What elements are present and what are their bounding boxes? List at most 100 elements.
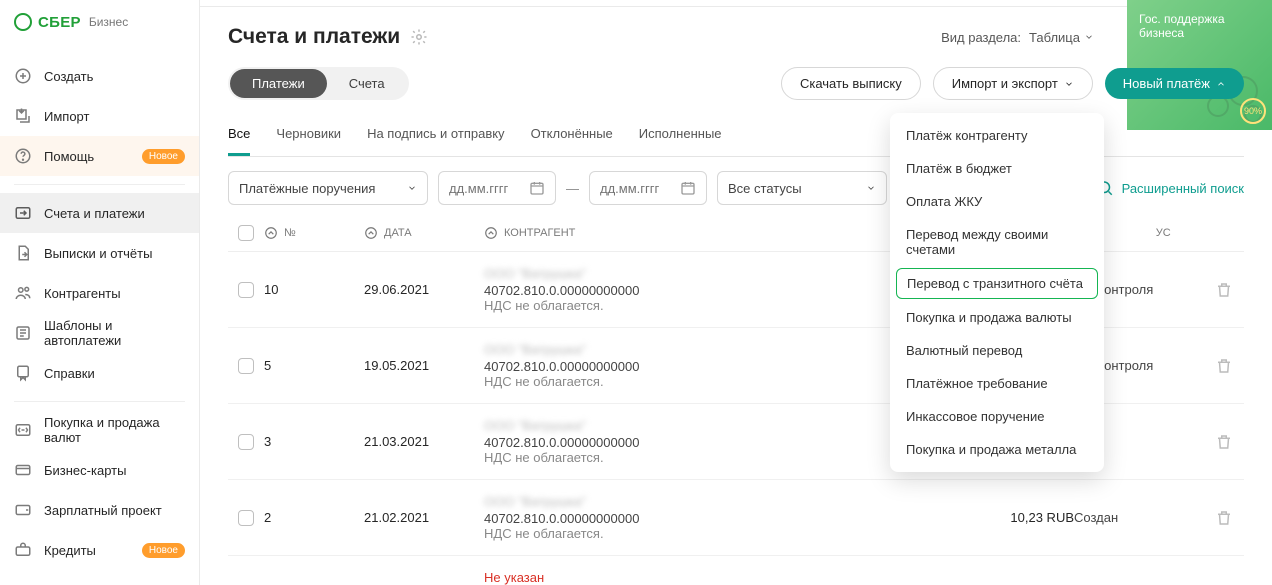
row-number: 3 — [264, 434, 364, 449]
certificate-icon — [14, 364, 32, 382]
new-badge: Новое — [142, 149, 185, 164]
tab-rejected[interactable]: Отклонённые — [531, 116, 613, 156]
sidebar-counterparties[interactable]: Контрагенты — [0, 273, 199, 313]
topbar — [200, 0, 1272, 7]
sort-icon — [484, 226, 498, 240]
tab-executed[interactable]: Исполненные — [639, 116, 722, 156]
chevron-down-icon — [407, 183, 417, 193]
sidebar-import[interactable]: Импорт — [0, 96, 199, 136]
row-status: Создан — [1074, 510, 1204, 525]
row-nds: НДС не облагается. — [484, 298, 639, 313]
table-row[interactable]: 221.02.2021ООО "Ватрушка"40702.810.0.000… — [228, 480, 1244, 556]
row-account: 40702.810.0.00000000000 — [484, 283, 639, 298]
segment-accounts[interactable]: Счета — [327, 69, 407, 98]
gear-icon[interactable] — [410, 28, 428, 46]
dropdown-item[interactable]: Покупка и продажа валюты — [890, 301, 1104, 334]
col-number[interactable]: № — [264, 226, 364, 240]
sidebar-payroll[interactable]: Зарплатный проект — [0, 490, 199, 530]
trash-icon[interactable] — [1215, 357, 1233, 375]
row-checkbox[interactable] — [238, 434, 254, 450]
col-date[interactable]: ДАТА — [364, 226, 484, 240]
advanced-search[interactable]: Расширенный поиск — [1096, 179, 1244, 197]
sidebar-help[interactable]: Помощь Новое — [0, 136, 199, 176]
row-counterparty-name: ООО "Ватрушка" — [484, 494, 639, 509]
row-amount: 10,23 RUB — [964, 510, 1074, 525]
row-counterparty-name: ООО "Ватрушка" — [484, 418, 639, 433]
row-date: 21.02.2021 — [364, 510, 484, 525]
plus-circle-icon — [14, 67, 32, 85]
segment-control: Платежи Счета — [228, 67, 409, 100]
sidebar-credits[interactable]: Кредиты Новое — [0, 530, 199, 570]
sidebar-label: Бизнес-карты — [44, 463, 126, 478]
sidebar-label: Контрагенты — [44, 286, 121, 301]
question-circle-icon — [14, 147, 32, 165]
sidebar-label: Помощь — [44, 149, 94, 164]
date-to-field[interactable] — [600, 181, 672, 196]
row-date: 29.06.2021 — [364, 282, 484, 297]
row-account: 40702.810.0.00000000000 — [484, 435, 639, 450]
chevron-down-icon — [866, 183, 876, 193]
sidebar-label: Шаблоны и автоплатежи — [44, 318, 185, 348]
currency-exchange-icon — [14, 421, 32, 439]
payment-type-select[interactable]: Платёжные поручения — [228, 171, 428, 205]
row-checkbox[interactable] — [238, 282, 254, 298]
arrow-right-box-icon — [14, 204, 32, 222]
sidebar-refs[interactable]: Справки — [0, 353, 199, 393]
trash-icon[interactable] — [1215, 433, 1233, 451]
date-from-field[interactable] — [449, 181, 521, 196]
row-nds: НДС не облагается. — [484, 526, 639, 541]
chevron-down-icon — [1084, 32, 1094, 42]
view-label: Вид раздела: — [941, 30, 1021, 45]
row-checkbox[interactable] — [238, 358, 254, 374]
dropdown-item[interactable]: Платёж в бюджет — [890, 152, 1104, 185]
calendar-icon — [529, 180, 545, 196]
view-mode: Вид раздела: Таблица — [941, 30, 1094, 45]
status-select[interactable]: Все статусы — [717, 171, 887, 205]
sidebar-label: Импорт — [44, 109, 89, 124]
import-export-button[interactable]: Импорт и экспорт — [933, 67, 1093, 100]
select-all-checkbox[interactable] — [238, 225, 254, 241]
import-icon — [14, 107, 32, 125]
download-statement-button[interactable]: Скачать выписку — [781, 67, 921, 100]
sidebar-statements[interactable]: Выписки и отчёты — [0, 233, 199, 273]
dropdown-item[interactable]: Покупка и продажа металла — [890, 433, 1104, 466]
dropdown-item[interactable]: Инкассовое поручение — [890, 400, 1104, 433]
sidebar-accounts-payments[interactable]: Счета и платежи — [0, 193, 199, 233]
dropdown-item[interactable]: Платёжное требование — [890, 367, 1104, 400]
date-dash: — — [566, 181, 579, 196]
wallet-icon — [14, 501, 32, 519]
dropdown-item[interactable]: Оплата ЖКУ — [890, 185, 1104, 218]
sort-icon — [264, 226, 278, 240]
dropdown-item[interactable]: Валютный перевод — [890, 334, 1104, 367]
row-checkbox[interactable] — [238, 510, 254, 526]
date-from-input[interactable] — [438, 171, 556, 205]
logo-sub: Бизнес — [89, 15, 128, 29]
sort-icon — [364, 226, 378, 240]
col-counterparty[interactable]: КОНТРАГЕНТ — [484, 226, 824, 240]
sidebar-business-cards[interactable]: Бизнес-карты — [0, 450, 199, 490]
template-icon — [14, 324, 32, 342]
trash-icon[interactable] — [1215, 281, 1233, 299]
dropdown-item-highlighted[interactable]: Перевод с транзитного счёта — [896, 268, 1098, 299]
sidebar-templates[interactable]: Шаблоны и автоплатежи — [0, 313, 199, 353]
tab-to-sign[interactable]: На подпись и отправку — [367, 116, 505, 156]
row-date: 21.03.2021 — [364, 434, 484, 449]
segment-payments[interactable]: Платежи — [230, 69, 327, 98]
logo[interactable]: СБЕР Бизнес — [0, 0, 199, 44]
tab-drafts[interactable]: Черновики — [276, 116, 341, 156]
tab-all[interactable]: Все — [228, 116, 250, 156]
row-account: 40702.810.0.00000000000 — [484, 511, 639, 526]
dropdown-item[interactable]: Перевод между своими счетами — [890, 218, 1104, 266]
trash-icon[interactable] — [1215, 509, 1233, 527]
sidebar-create[interactable]: Создать — [0, 56, 199, 96]
row-nds: НДС не облагается. — [484, 374, 639, 389]
row-counterparty-name: ООО "Ватрушка" — [484, 342, 639, 357]
date-to-input[interactable] — [589, 171, 707, 205]
sidebar-label: Кредиты — [44, 543, 96, 558]
dropdown-item[interactable]: Платёж контрагенту — [890, 119, 1104, 152]
sidebar-fx[interactable]: Покупка и продажа валют — [0, 410, 199, 450]
view-select[interactable]: Таблица — [1029, 30, 1094, 45]
main: Гос. поддержка бизнеса 90% Счета и плате… — [200, 0, 1272, 585]
new-payment-button[interactable]: Новый платёж — [1105, 68, 1244, 99]
row-counterparty-name: ООО "Ватрушка" — [484, 266, 639, 281]
